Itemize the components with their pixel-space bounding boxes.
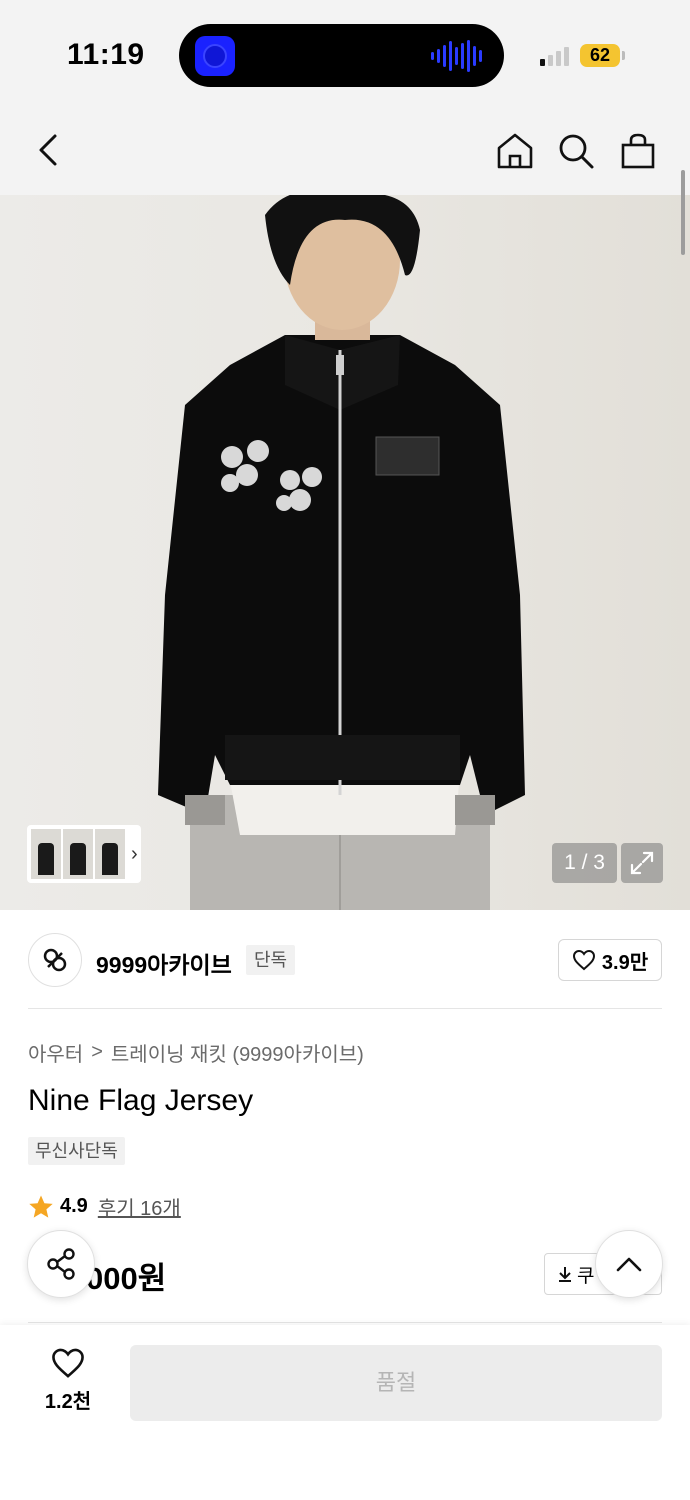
brand-like-button[interactable]: 3.9만 <box>558 939 662 981</box>
chevron-up-icon <box>616 1257 642 1272</box>
search-icon <box>559 134 594 169</box>
chevron-right-icon: › <box>131 842 138 865</box>
reviews-link[interactable]: 후기 16개 <box>98 1192 181 1221</box>
section-divider <box>28 1322 662 1323</box>
status-time: 11:19 <box>67 38 145 71</box>
music-app-icon <box>195 36 235 76</box>
share-icon <box>47 1248 75 1280</box>
heart-icon <box>572 949 595 971</box>
wishlist-count: 1.2천 <box>44 1391 92 1413</box>
rating-row: 4.9 후기 16개 <box>28 1192 181 1221</box>
product-title: Nine Flag Jersey <box>28 1084 254 1117</box>
top-navigation <box>0 105 690 195</box>
brand-like-count: 3.9만 <box>601 951 649 974</box>
brand-row: 9999아카이브 단독 3.9만 <box>28 930 662 990</box>
share-button[interactable] <box>27 1230 95 1298</box>
rating-score: 4.9 <box>60 1195 88 1217</box>
thumbnail-2[interactable] <box>63 829 93 879</box>
home-icon <box>497 133 533 169</box>
breadcrumb-separator: > <box>91 1041 103 1063</box>
breadcrumb: 아우터 > 트레이닝 재킷 (9999아카이브) <box>28 1038 364 1067</box>
cellular-signal-icon <box>540 44 569 66</box>
search-button[interactable] <box>551 126 601 176</box>
expand-icon <box>630 851 654 875</box>
cart-button[interactable] <box>613 126 663 176</box>
heart-icon <box>52 1348 84 1378</box>
thumbnail-1[interactable] <box>31 829 61 879</box>
scroll-to-top-button[interactable] <box>595 1230 663 1298</box>
star-icon <box>29 1195 53 1218</box>
soldout-button[interactable]: 품절 <box>130 1345 662 1421</box>
brand-logo[interactable] <box>28 933 82 987</box>
shopping-bag-icon <box>621 133 655 169</box>
back-button[interactable] <box>23 125 73 175</box>
exclusive-badge: 단독 <box>246 945 296 975</box>
thumbnail-3[interactable] <box>95 829 125 879</box>
home-button[interactable] <box>490 126 540 176</box>
coupon-label: 쿠 <box>577 1265 595 1287</box>
breadcrumb-item-subcategory[interactable]: 트레이닝 재킷 (9999아카이브) <box>111 1038 364 1067</box>
image-counter: 1 / 3 <box>552 843 617 883</box>
status-bar: 11:19 62 <box>0 0 690 105</box>
thumbnail-strip[interactable]: › <box>27 825 141 883</box>
dynamic-island[interactable] <box>179 24 504 87</box>
page-scrollbar[interactable] <box>681 170 685 255</box>
breadcrumb-item-category[interactable]: 아우터 <box>28 1038 83 1067</box>
chevron-left-icon <box>39 134 57 166</box>
brand-emblem-icon <box>43 948 67 972</box>
exclusive-tag: 무신사단독 <box>28 1137 125 1165</box>
audio-wave-icon <box>431 40 482 72</box>
product-photo <box>158 195 525 910</box>
battery-indicator: 62 <box>580 44 620 67</box>
expand-button[interactable] <box>621 843 663 883</box>
battery-cap <box>622 51 625 60</box>
download-icon <box>559 1267 571 1282</box>
wishlist-button[interactable]: 1.2천 <box>28 1347 108 1422</box>
product-image-gallery[interactable]: › 1 / 3 <box>0 195 690 910</box>
bottom-action-bar: 1.2천 품절 <box>0 1325 690 1500</box>
divider <box>28 1008 662 1009</box>
brand-name[interactable]: 9999아카이브 <box>96 946 232 980</box>
